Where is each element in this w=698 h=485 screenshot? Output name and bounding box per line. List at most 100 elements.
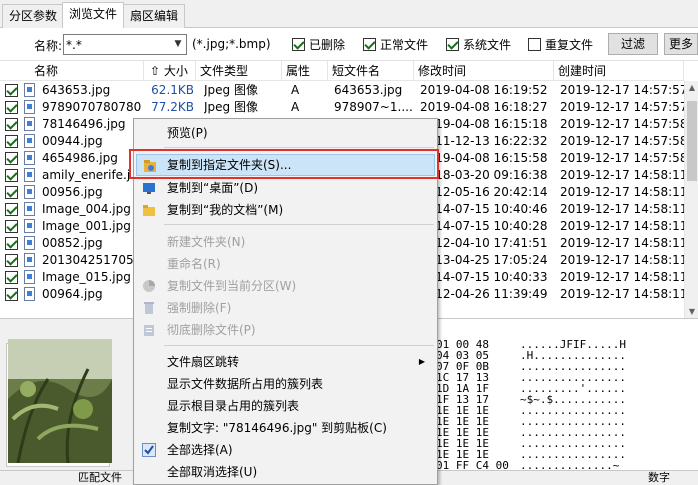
menu-item-label: 全部取消选择(U): [167, 465, 258, 479]
submenu-arrow-icon: ▶: [418, 357, 425, 366]
scroll-down-icon[interactable]: ▼: [685, 305, 698, 319]
row-checkbox[interactable]: [5, 220, 18, 233]
cell-type: Jpeg 图像: [204, 100, 258, 114]
system-files-checkbox[interactable]: 系统文件: [446, 36, 511, 53]
menu-item-copy-to-desktop[interactable]: 复制到“桌面”(D): [136, 177, 435, 199]
menu-item-label: 显示文件数据所占用的簇列表: [167, 377, 324, 391]
folder-icon: [143, 205, 155, 216]
checkbox-box[interactable]: [446, 38, 459, 51]
row-checkbox[interactable]: [5, 254, 18, 267]
deleted-checkbox[interactable]: 已删除: [292, 36, 345, 53]
cell-name: 643653.jpg: [42, 83, 111, 97]
menu-item-copy-to-documents[interactable]: 复制到“我的文档”(M): [136, 199, 435, 221]
scroll-thumb[interactable]: [687, 101, 697, 181]
more-button[interactable]: 更多: [664, 33, 698, 55]
checkbox-box[interactable]: [363, 38, 376, 51]
cell-name: 201304251705...: [42, 253, 142, 267]
column-header-created[interactable]: 创建时间: [554, 61, 684, 81]
column-header-name[interactable]: 名称: [0, 61, 144, 81]
menu-separator: [164, 147, 434, 148]
jpeg-file-icon: [24, 287, 35, 301]
cell-modified: 2019-04-08 16:15:58: [420, 151, 548, 165]
jpeg-file-icon: [24, 83, 35, 97]
menu-item-jump-sector[interactable]: 文件扇区跳转 ▶: [136, 351, 435, 373]
menu-item-preview[interactable]: 预览(P): [136, 122, 435, 144]
table-row[interactable]: 9789070780780.j... 77.2KB Jpeg 图像 A 978907~1…: [0, 99, 684, 116]
cell-name: Image_001.jpg: [42, 219, 131, 233]
row-checkbox[interactable]: [5, 118, 18, 131]
row-checkbox[interactable]: [5, 169, 18, 182]
cell-modified: 2019-04-08 16:18:27: [420, 100, 548, 114]
cell-created: 2019-12-17 14:58:11: [560, 202, 684, 216]
menu-item-label: 文件扇区跳转: [167, 355, 240, 369]
delete-icon: [144, 302, 154, 314]
menu-item-deselect-all[interactable]: 全部取消选择(U): [136, 461, 435, 483]
cell-name: Image_004.jpg: [42, 202, 131, 216]
row-checkbox[interactable]: [5, 237, 18, 250]
wipe-icon: [144, 325, 154, 336]
menu-item-copy-text[interactable]: 复制文字: "78146496.jpg" 到剪贴板(C): [136, 417, 435, 439]
duplicate-files-checkbox[interactable]: 重复文件: [528, 36, 593, 53]
cell-created: 2019-12-17 14:58:11: [560, 287, 684, 301]
row-checkbox[interactable]: [5, 203, 18, 216]
status-left: 匹配文件: [78, 471, 122, 484]
menu-item-copy-to-partition[interactable]: 复制文件到当前分区(W): [136, 275, 435, 297]
cell-created: 2019-12-17 14:58:11: [560, 253, 684, 267]
cell-modified: 2011-12-13 16:22:32: [420, 134, 548, 148]
menu-item-label: 复制到“桌面”(D): [167, 181, 259, 195]
menu-item-rename[interactable]: 重命名(R): [136, 253, 435, 275]
cell-size: 62.1KB: [151, 83, 194, 97]
name-filter-input[interactable]: [63, 34, 187, 55]
menu-item-new-folder[interactable]: 新建文件夹(N): [136, 231, 435, 253]
checkbox-box[interactable]: [292, 38, 305, 51]
menu-item-show-clusters[interactable]: 显示文件数据所占用的簇列表: [136, 373, 435, 395]
column-header-modified[interactable]: 修改时间: [414, 61, 554, 81]
normal-files-checkbox[interactable]: 正常文件: [363, 36, 428, 53]
menu-item-label: 显示根目录占用的簇列表: [167, 399, 300, 413]
filter-bar: 名称: ▼ (*.jpg;*.bmp) 已删除 正常文件 系统文件 重复文件 过…: [0, 28, 698, 60]
tab-bar: 分区参数 浏览文件 扇区编辑: [0, 0, 698, 29]
column-header-size[interactable]: ⇧ 大小: [144, 61, 196, 81]
row-checkbox[interactable]: [5, 84, 18, 97]
jpeg-file-icon: [24, 219, 35, 233]
tab-browse-files[interactable]: 浏览文件: [62, 2, 125, 29]
cell-created: 2019-12-17 14:57:58: [560, 117, 684, 131]
menu-item-label: 复制到“我的文档”(M): [167, 203, 284, 217]
tab-sector-edit[interactable]: 扇区编辑: [123, 4, 186, 28]
checkbox-label: 重复文件: [545, 38, 594, 52]
column-header-type[interactable]: 文件类型: [196, 61, 282, 81]
menu-item-label: 预览(P): [167, 126, 208, 140]
column-header-short-name[interactable]: 短文件名: [328, 61, 414, 81]
row-checkbox[interactable]: [5, 186, 18, 199]
list-scrollbar[interactable]: ▲ ▼: [684, 81, 698, 319]
scroll-up-icon[interactable]: ▲: [685, 81, 698, 95]
jpeg-file-icon: [24, 151, 35, 165]
menu-item-show-root-clusters[interactable]: 显示根目录占用的簇列表: [136, 395, 435, 417]
row-checkbox[interactable]: [5, 135, 18, 148]
row-checkbox[interactable]: [5, 152, 18, 165]
menu-item-force-delete[interactable]: 强制删除(F): [136, 297, 435, 319]
row-checkbox[interactable]: [5, 271, 18, 284]
menu-item-label: 复制文字: "78146496.jpg" 到剪贴板(C): [167, 421, 387, 435]
jpeg-file-icon: [24, 134, 35, 148]
row-checkbox[interactable]: [5, 288, 18, 301]
partition-icon: [143, 280, 155, 292]
menu-item-label: 复制文件到当前分区(W): [167, 279, 297, 293]
tab-partition-params[interactable]: 分区参数: [2, 4, 65, 28]
cell-name: amily_enerife.j...: [42, 168, 142, 182]
cell-type: Jpeg 图像: [204, 83, 258, 97]
chevron-down-icon[interactable]: ▼: [170, 35, 186, 54]
menu-item-wipe-delete[interactable]: 彻底删除文件(P): [136, 319, 435, 341]
menu-separator: [164, 224, 434, 225]
jpeg-file-icon: [24, 117, 35, 131]
menu-item-select-all[interactable]: 全部选择(A): [136, 439, 435, 461]
checkbox-box[interactable]: [528, 38, 541, 51]
row-checkbox[interactable]: [5, 101, 18, 114]
table-row[interactable]: 643653.jpg 62.1KB Jpeg 图像 A 643653.jpg 2019-0…: [0, 82, 684, 99]
jpeg-file-icon: [24, 253, 35, 267]
filter-button[interactable]: 过滤: [608, 33, 658, 55]
cell-name: 78146496.jpg: [42, 117, 126, 131]
column-header-size-label: 大小: [163, 64, 188, 78]
column-header-attr[interactable]: 属性: [282, 61, 328, 81]
cell-created: 2019-12-17 14:57:58: [560, 134, 684, 148]
